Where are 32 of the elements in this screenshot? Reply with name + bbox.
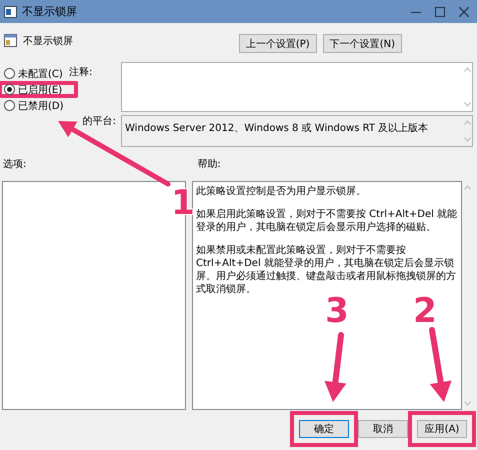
- radio-button[interactable]: [4, 84, 15, 95]
- radio-label: 未配置(C): [18, 68, 63, 80]
- radio-label: 已禁用(D): [18, 100, 64, 112]
- field-label: 注释:: [68, 66, 94, 80]
- dialog-button[interactable]: 应用(A): [417, 420, 467, 438]
- scroll-up-icon[interactable]: [464, 67, 470, 72]
- nav-button[interactable]: 下一个设置(N): [322, 34, 402, 53]
- policy-name: 不显示锁屏: [23, 35, 73, 48]
- comment-field[interactable]: [121, 62, 473, 112]
- radio-button[interactable]: [4, 100, 15, 111]
- policy-icon: [4, 34, 17, 47]
- help-paragraph: 此策略设置控制是否为用户显示锁屏。: [196, 185, 367, 198]
- scroll-up-icon[interactable]: [464, 185, 470, 190]
- arrow: [324, 332, 346, 402]
- scroll-up-icon[interactable]: [464, 120, 470, 125]
- field-label: 的平台:: [82, 115, 117, 129]
- window-title: 不显示锁屏: [22, 4, 77, 19]
- section-label: 选项:: [3, 158, 26, 172]
- scroll-down-icon[interactable]: [464, 102, 470, 107]
- section-label: 帮助:: [197, 158, 221, 172]
- platform-text: Windows Server 2012、Windows 8 或 Windows RT 及以上版本: [124, 122, 430, 136]
- help-paragraph: 如果启用此策略设置，则对于不需要按 Ctrl+Alt+Del 就能登录的用户，其电脑在锁定后会显示用户选择的磁贴。: [196, 208, 458, 234]
- maximize-icon[interactable]: [435, 6, 445, 16]
- dialog-button[interactable]: 取消: [358, 420, 408, 438]
- close-icon[interactable]: [459, 6, 469, 16]
- policy-icon: [4, 6, 17, 18]
- radio-button[interactable]: [4, 68, 15, 79]
- dialog-button[interactable]: 确定: [299, 420, 349, 438]
- nav-button[interactable]: 上一个设置(P): [238, 34, 317, 53]
- scroll-down-icon[interactable]: [464, 137, 470, 142]
- radio-label: 已启用(E): [18, 84, 62, 96]
- scroll-down-icon[interactable]: [464, 401, 470, 406]
